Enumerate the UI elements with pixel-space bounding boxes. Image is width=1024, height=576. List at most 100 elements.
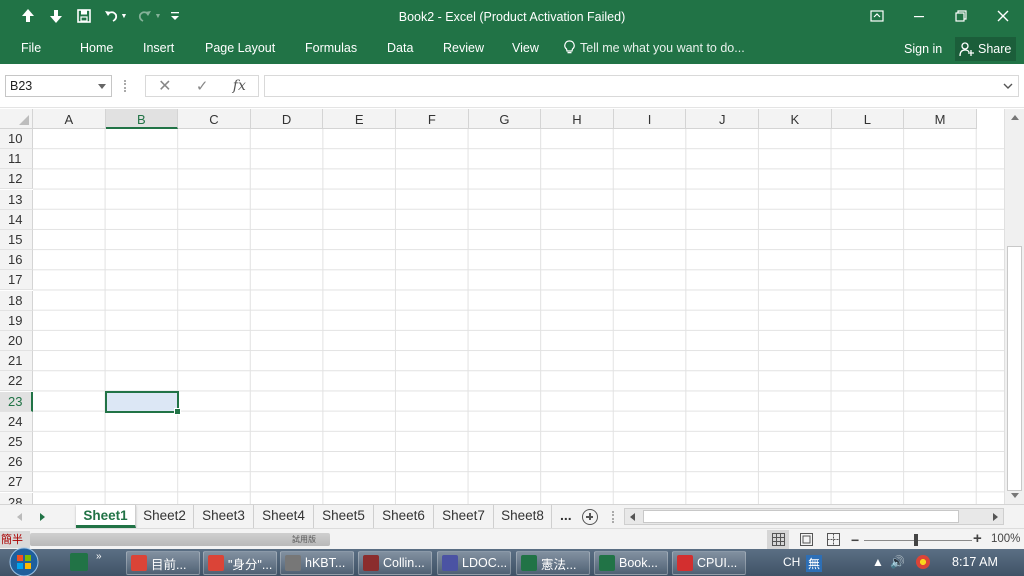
column-header-d[interactable]: D [250,109,324,129]
taskbar-chrome-window-2[interactable]: "身分"... [203,551,277,575]
horizontal-scrollbar[interactable] [624,508,1004,525]
ribbon-display-options-icon[interactable] [856,0,898,32]
column-header-g[interactable]: G [468,109,542,129]
row-header-10[interactable]: 10 [0,129,33,149]
start-button-icon[interactable] [2,547,46,576]
language-indicator[interactable]: CH [783,555,800,569]
row-header-20[interactable]: 20 [0,331,33,351]
vertical-scroll-thumb[interactable] [1007,246,1022,491]
tab-review[interactable]: Review [443,41,484,55]
row-header-11[interactable]: 11 [0,149,33,170]
tab-home[interactable]: Home [80,41,113,55]
close-icon[interactable] [982,0,1024,32]
row-header-21[interactable]: 21 [0,351,33,372]
row-header-25[interactable]: 25 [0,432,33,452]
row-header-16[interactable]: 16 [0,250,33,271]
tab-formulas[interactable]: Formulas [305,41,357,55]
sheet-tab-5[interactable]: Sheet5 [314,505,374,528]
ime-indicator[interactable]: 無 [806,555,823,572]
scroll-up-icon[interactable] [1011,115,1019,120]
scroll-left-icon[interactable] [630,513,635,521]
column-header-c[interactable]: C [178,109,251,129]
scroll-down-icon[interactable] [1011,493,1019,498]
next-sheet-icon[interactable] [40,513,45,521]
row-header-14[interactable]: 14 [0,209,33,230]
sheet-tab-6[interactable]: Sheet6 [374,505,434,528]
zoom-slider-track[interactable] [864,540,972,541]
sign-in-link[interactable]: Sign in [904,42,942,56]
column-header-b[interactable]: B [105,109,179,129]
tab-file[interactable]: File [21,41,41,55]
row-header-28[interactable]: 28 [0,492,33,504]
column-header-a[interactable]: A [33,109,106,129]
row-header-13[interactable]: 13 [0,189,33,210]
sheet-tab-4[interactable]: Sheet4 [254,505,314,528]
horizontal-scroll-thumb[interactable] [643,510,959,523]
name-box[interactable]: B23 [5,75,112,97]
tab-data[interactable]: Data [387,41,413,55]
row-header-12[interactable]: 12 [0,169,33,190]
sheet-tab-8[interactable]: Sheet8 [494,505,552,528]
column-header-f[interactable]: F [396,109,469,129]
clock[interactable]: 8:17 AM [952,555,998,569]
taskbar-collins-window[interactable]: Collin... [358,551,432,575]
taskbar-cpui-window[interactable]: CPUI... [672,551,746,575]
minimize-icon[interactable] [898,0,940,32]
new-sheet-icon[interactable] [582,509,598,525]
restore-icon[interactable] [940,0,982,32]
taskbar-excel-window-2[interactable]: Book... [594,551,668,575]
tell-me-box[interactable]: Tell me what you want to do... [563,40,745,55]
page-break-preview-icon[interactable] [822,530,844,549]
quicklaunch-overflow-icon[interactable]: » [96,551,102,562]
taskbar-ldoc-window[interactable]: LDOC... [437,551,511,575]
zoom-out-button[interactable]: − [851,532,859,548]
insert-function-icon[interactable]: fx [233,78,246,94]
tray-expand-icon[interactable]: ▲ [872,555,884,569]
row-header-15[interactable]: 15 [0,230,33,250]
tab-page-layout[interactable]: Page Layout [205,41,275,55]
taskbar-chrome-window-1[interactable]: 目前... [126,551,200,575]
vertical-scrollbar[interactable] [1004,109,1024,504]
sheet-tab-7[interactable]: Sheet7 [434,505,494,528]
zoom-level[interactable]: 100% [991,533,1020,545]
formula-bar-resize-handle[interactable] [124,80,128,92]
tab-view[interactable]: View [512,41,539,55]
cancel-entry-icon[interactable]: ✕ [158,76,171,96]
column-header-m[interactable]: M [904,109,977,129]
row-header-18[interactable]: 18 [0,290,33,311]
taskbar-excel-window-1[interactable]: 憲法... [516,551,590,575]
ime-status[interactable]: 簡半 [0,531,30,548]
tab-insert[interactable]: Insert [143,41,174,55]
scroll-right-icon[interactable] [993,513,998,521]
name-box-dropdown-icon[interactable] [98,84,106,89]
column-header-i[interactable]: I [613,109,687,129]
active-cell[interactable] [104,390,181,415]
normal-view-icon[interactable] [767,530,789,549]
taskbar-hkbt-window[interactable]: hKBT... [280,551,354,575]
expand-formula-bar-icon[interactable] [1003,81,1013,91]
row-header-24[interactable]: 24 [0,411,33,432]
row-header-27[interactable]: 27 [0,472,33,493]
prev-sheet-icon[interactable] [17,513,22,521]
column-header-e[interactable]: E [323,109,396,129]
row-header-17[interactable]: 17 [0,270,33,291]
sheet-tab-3[interactable]: Sheet3 [194,505,254,528]
volume-icon[interactable]: 🔊 [890,555,905,569]
sheet-tab-2[interactable]: Sheet2 [136,505,194,528]
page-layout-view-icon[interactable] [795,530,817,549]
row-header-26[interactable]: 26 [0,452,33,473]
zoom-in-button[interactable]: + [973,530,982,547]
row-header-23[interactable]: 23 [0,391,33,412]
column-header-h[interactable]: H [541,109,614,129]
excel-quicklaunch-icon[interactable] [70,553,88,571]
share-button[interactable]: Share [955,37,1016,61]
confirm-entry-icon[interactable]: ✓ [196,77,209,95]
chrome-tray-icon[interactable] [916,555,930,569]
cells-area[interactable] [33,129,1004,504]
formula-input[interactable] [264,75,1019,97]
select-all-button[interactable] [0,109,33,129]
column-header-k[interactable]: K [759,109,832,129]
row-header-19[interactable]: 19 [0,310,33,331]
more-sheets-button[interactable]: ... [560,507,572,523]
worksheet-grid[interactable]: ABCDEFGHIJKLM 10 11 12 13 14 15 16 17 18 19 20 21 22… [0,109,1004,504]
